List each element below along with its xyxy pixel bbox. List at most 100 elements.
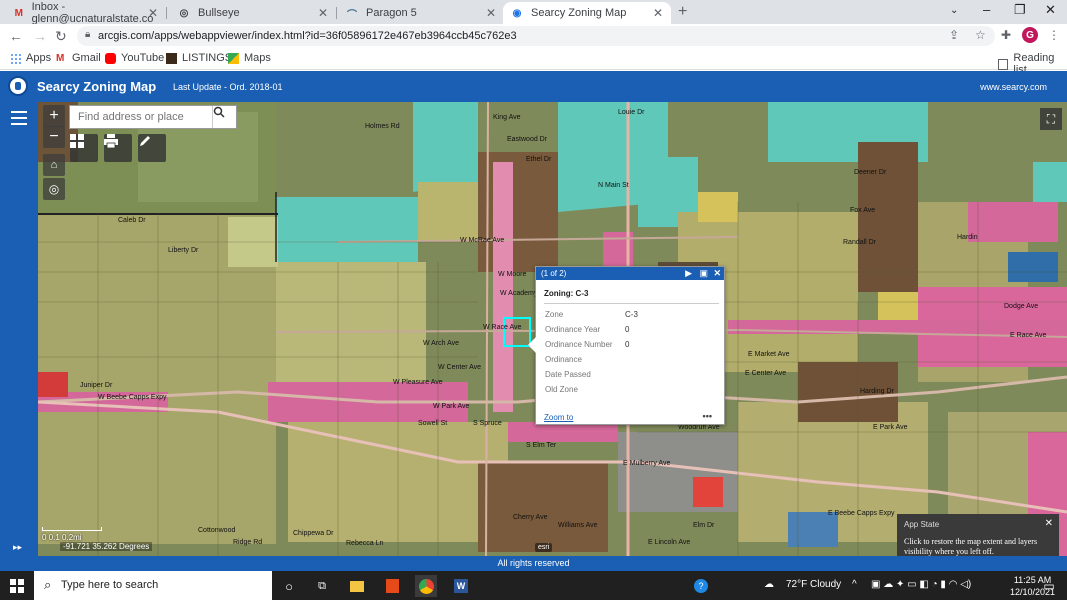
bookmark-maps[interactable]: Maps <box>228 52 271 64</box>
menu-kebab-icon[interactable]: ⋮ <box>1048 28 1060 42</box>
bookmark-listings[interactable]: LISTINGS <box>166 52 232 64</box>
notifications-icon[interactable]: ▭ <box>1038 575 1060 597</box>
street-label: Cherry Ave <box>513 514 548 521</box>
maximize-popup-icon[interactable]: ▣ <box>699 268 708 279</box>
street-label: Chippewa Dr <box>293 530 334 537</box>
close-icon[interactable]: ✕ <box>1045 518 1053 529</box>
cortana-icon[interactable]: ○ <box>278 575 300 597</box>
street-label: W Moore <box>498 271 527 278</box>
search-input[interactable] <box>70 106 206 128</box>
site-link[interactable]: www.searcy.com <box>980 82 1047 92</box>
close-popup-icon[interactable]: ✕ <box>713 268 721 279</box>
zoom-in-button[interactable]: + <box>43 105 65 127</box>
zoom-out-button[interactable]: − <box>43 126 65 148</box>
close-icon[interactable]: ✕ <box>486 6 496 20</box>
help-icon[interactable]: ? <box>690 575 712 597</box>
scale-labels: 0 0.1 0.2mi <box>42 533 82 542</box>
field-label: Ordinance Year <box>545 325 601 334</box>
office-icon[interactable] <box>381 575 403 597</box>
close-window-button[interactable]: ✕ <box>1045 2 1056 18</box>
bookmark-gmail[interactable]: M Gmail <box>56 52 101 64</box>
app-state-toast[interactable]: App State ✕ Click to restore the map ext… <box>897 514 1059 556</box>
expand-panel-icon[interactable]: ▸▸ <box>13 542 22 553</box>
street-label: S Elm Ter <box>526 442 557 449</box>
url-omnibox[interactable]: 🔒︎ arcgis.com/apps/webappviewer/index.ht… <box>77 26 995 46</box>
draw-pencil-icon[interactable] <box>138 134 166 162</box>
tab-bullseye[interactable]: ◎ Bullseye ✕ <box>170 2 337 24</box>
close-icon[interactable]: ✕ <box>653 6 663 20</box>
close-icon[interactable]: ✕ <box>318 6 328 20</box>
fullscreen-icon[interactable]: ⛶ <box>1040 108 1062 130</box>
my-location-icon[interactable]: ◎ <box>43 178 65 200</box>
windows-start-icon[interactable] <box>6 575 28 597</box>
address-search[interactable] <box>69 105 237 129</box>
taskbar-search[interactable]: ⌕ Type here to search <box>34 571 272 600</box>
home-icon[interactable]: ⌂ <box>43 154 65 176</box>
search-icon[interactable] <box>212 106 236 128</box>
tab-title: Searcy Zoning Map <box>531 7 627 19</box>
print-icon[interactable] <box>104 134 132 162</box>
reload-button[interactable]: ↻ <box>55 28 67 45</box>
app-state-message[interactable]: Click to restore the map extent and laye… <box>904 537 1049 556</box>
app-header: Searcy Zoning Map Last Update - Ord. 201… <box>0 71 1067 102</box>
app-footer: All rights reserved <box>0 556 1067 571</box>
field-label: Ordinance <box>545 355 582 364</box>
back-button[interactable]: ← <box>9 28 23 44</box>
field-label: Old Zone <box>545 385 578 394</box>
zoom-to-link[interactable]: Zoom to <box>544 413 573 422</box>
scale-bar-graphic <box>42 527 102 531</box>
street-label: Hardin <box>957 234 978 241</box>
maximize-button[interactable]: ❐ <box>1014 2 1026 18</box>
close-icon[interactable]: ✕ <box>148 6 158 20</box>
maps-icon <box>228 52 239 64</box>
zoning-map[interactable]: Holmes Rd King Ave Eastwood Dr Ethel Dr … <box>38 102 1067 556</box>
word-icon[interactable]: W <box>450 575 472 597</box>
street-label: Rebecca Ln <box>346 540 384 547</box>
street-label: Deener Dr <box>854 169 887 176</box>
extensions-icon[interactable]: ✚ <box>1001 28 1011 42</box>
taskbar-search-placeholder: Type here to search <box>61 579 159 591</box>
forward-button[interactable]: → <box>33 28 47 44</box>
bookmark-youtube[interactable]: YouTube <box>105 52 164 64</box>
apps-grid-icon <box>10 52 21 64</box>
street-label: Sowell St <box>418 420 448 427</box>
profile-avatar[interactable]: G <box>1022 27 1038 43</box>
bookmark-apps[interactable]: Apps <box>10 52 51 64</box>
tab-searcy-zoning-map[interactable]: ◉ Searcy Zoning Map ✕ <box>503 2 671 24</box>
tray-chevron-icon[interactable]: ^ <box>852 579 857 590</box>
street-label: Caleb Dr <box>118 217 146 224</box>
url-text[interactable]: arcgis.com/apps/webappviewer/index.html?… <box>98 30 517 42</box>
tab-paragon[interactable]: ⌒ Paragon 5 ✕ <box>338 2 504 24</box>
street-label: E Market Ave <box>748 351 790 358</box>
street-label: Ridge Rd <box>233 539 263 546</box>
new-tab-button[interactable]: + <box>678 3 687 21</box>
task-view-icon[interactable]: ⧉ <box>311 575 333 597</box>
chrome-icon[interactable] <box>415 575 437 597</box>
tab-gmail[interactable]: M Inbox - glenn@ucnaturalstate.co ✕ <box>6 1 167 25</box>
bookmark-star-icon[interactable]: ☆ <box>975 28 986 42</box>
weather-text[interactable]: 72°F Cloudy <box>786 579 841 590</box>
file-explorer-icon[interactable] <box>346 575 368 597</box>
field-value: C-3 <box>625 310 638 319</box>
youtube-icon <box>105 52 116 64</box>
address-bar: ← → ↻ 🔒︎ arcgis.com/apps/webappviewer/in… <box>0 24 1067 48</box>
esri-logo: esri <box>535 543 553 552</box>
share-icon[interactable]: ⇪ <box>949 28 959 42</box>
street-label: Elm Dr <box>693 522 715 529</box>
street-label: Woodruff Ave <box>678 424 720 431</box>
next-feature-icon[interactable]: ▶ <box>685 268 692 279</box>
street-label: W Academy <box>500 290 538 297</box>
popup-header: (1 of 2) ▶ ▣ ✕ <box>536 267 724 280</box>
tab-search-icon[interactable]: ⌄ <box>950 5 958 16</box>
layers-list-icon[interactable] <box>11 111 27 125</box>
bookmark-label: Gmail <box>72 52 101 64</box>
bookmarks-bar: Apps M Gmail YouTube LISTINGS Maps Readi… <box>0 48 1067 76</box>
street-label: E Lincoln Ave <box>648 539 691 546</box>
tray-icons[interactable]: ▣ ☁ ✦ ▭ ◧ ◔ ▮ ◠ ◁) <box>871 579 971 590</box>
bookmark-label: Maps <box>244 52 271 64</box>
minimize-button[interactable]: – <box>983 2 990 17</box>
more-actions-icon[interactable]: ••• <box>703 411 712 421</box>
street-label: Randall Dr <box>843 239 877 246</box>
tab-title: Bullseye <box>198 7 240 19</box>
basemap-gallery-icon[interactable] <box>70 134 98 162</box>
